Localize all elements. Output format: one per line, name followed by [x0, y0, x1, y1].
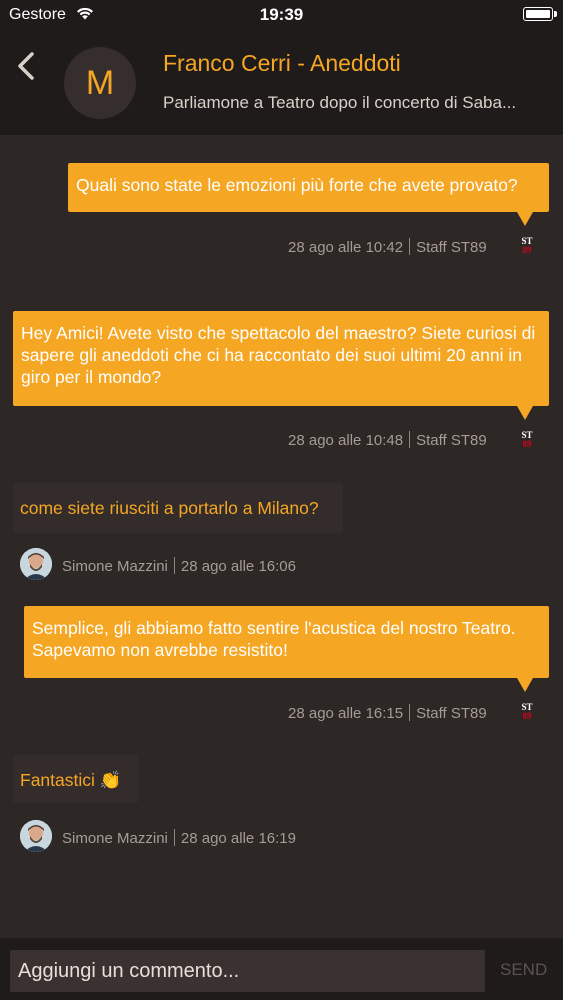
- message-meta: Simone Mazzini 28 ago alle 16:19: [62, 829, 296, 848]
- conversation-header: M Franco Cerri - Aneddoti Parliamone a T…: [0, 30, 563, 135]
- meta-divider: [409, 704, 411, 721]
- status-bar: Gestore 19:39: [0, 0, 563, 30]
- meta-divider: [173, 829, 175, 846]
- message-meta: 28 ago alle 10:42 Staff ST89: [288, 238, 487, 257]
- message-author: Simone Mazzini: [62, 558, 168, 575]
- message-time: 28 ago alle 10:42: [288, 239, 404, 256]
- channel-avatar: M: [64, 47, 136, 119]
- message-time: 28 ago alle 16:19: [180, 830, 296, 847]
- meta-divider: [409, 238, 411, 255]
- user-avatar-icon: [20, 548, 52, 580]
- message-bubble: Quali sono state le emozioni più forte c…: [68, 163, 549, 212]
- message-meta: 28 ago alle 10:48 Staff ST89: [288, 431, 487, 450]
- staff-logo: ST 89: [521, 236, 533, 255]
- meta-divider: [409, 431, 411, 448]
- message-author: Staff ST89: [416, 705, 487, 722]
- send-button[interactable]: SEND: [500, 960, 547, 980]
- message-bubble: come siete riusciti a portarlo a Milano?: [13, 483, 343, 533]
- battery-icon: [523, 7, 557, 21]
- message-text: come siete riusciti a portarlo a Milano?: [20, 498, 319, 518]
- message-author: Staff ST89: [416, 432, 487, 449]
- bubble-tail: [517, 406, 533, 420]
- message-text: Fantastici 👏: [20, 770, 122, 790]
- page-title: Franco Cerri - Aneddoti: [163, 50, 401, 76]
- message-time: 28 ago alle 10:48: [288, 432, 404, 449]
- avatar[interactable]: [20, 820, 52, 852]
- message-time: 28 ago alle 16:15: [288, 705, 404, 722]
- chevron-left-icon: [18, 52, 34, 80]
- message-bubble: Fantastici 👏: [13, 755, 138, 803]
- message-meta: 28 ago alle 16:15 Staff ST89: [288, 704, 487, 723]
- user-avatar-icon: [20, 820, 52, 852]
- avatar[interactable]: [20, 548, 52, 580]
- comment-composer: SEND: [0, 938, 563, 1000]
- bubble-tail: [517, 212, 533, 226]
- meta-divider: [173, 557, 175, 574]
- bubble-tail: [517, 678, 533, 692]
- staff-logo: ST 89: [521, 702, 533, 721]
- staff-logo: ST 89: [521, 430, 533, 449]
- message-author: Staff ST89: [416, 239, 487, 256]
- message-meta: Simone Mazzini 28 ago alle 16:06: [62, 557, 296, 576]
- message-bubble: Semplice, gli abbiamo fatto sentire l'ac…: [24, 606, 549, 678]
- message-time: 28 ago alle 16:06: [180, 558, 296, 575]
- page-subtitle: Parliamone a Teatro dopo il concerto di …: [163, 93, 517, 112]
- message-bubble: Hey Amici! Avete visto che spettacolo de…: [13, 311, 549, 406]
- comment-input[interactable]: [10, 950, 485, 992]
- message-author: Simone Mazzini: [62, 830, 168, 847]
- back-button[interactable]: [12, 48, 38, 84]
- message-text: Semplice, gli abbiamo fatto sentire l'ac…: [32, 618, 516, 660]
- message-text: Quali sono state le emozioni più forte c…: [76, 175, 518, 195]
- message-text: Hey Amici! Avete visto che spettacolo de…: [21, 323, 536, 387]
- status-time: 19:39: [259, 5, 304, 24]
